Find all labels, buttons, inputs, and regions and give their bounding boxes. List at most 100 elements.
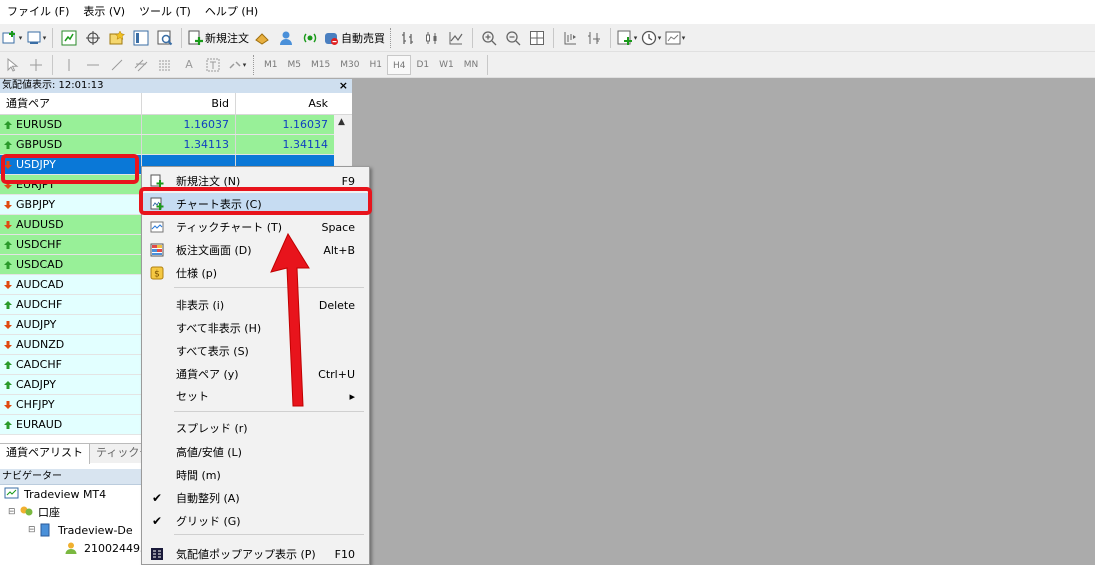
- collapse-icon[interactable]: ⊟: [28, 525, 38, 535]
- toolbar-separator: [487, 54, 489, 75]
- data-window-toggle[interactable]: [82, 27, 104, 49]
- context-menu-icon-slot: [142, 294, 172, 316]
- new-chart-button[interactable]: ▾: [1, 27, 23, 49]
- timeframe-m15[interactable]: M15: [306, 55, 335, 75]
- timeframe-m1[interactable]: M1: [259, 55, 283, 75]
- chart-shift-button[interactable]: [583, 27, 605, 49]
- templates-icon: [665, 31, 681, 44]
- symbol-cell[interactable]: AUDUSD: [0, 215, 142, 234]
- trendline-button[interactable]: [106, 54, 128, 76]
- column-header-ask[interactable]: Ask: [236, 93, 334, 114]
- tick-chart-icon: [150, 220, 164, 234]
- timeframe-d1[interactable]: D1: [411, 55, 434, 75]
- menu-tools[interactable]: ツール (T): [132, 0, 198, 24]
- timeframe-h4[interactable]: H4: [386, 54, 412, 75]
- symbol-cell[interactable]: CHFJPY: [0, 395, 142, 414]
- text-tool-button[interactable]: A: [178, 54, 200, 76]
- symbol-cell[interactable]: EURUSD: [0, 115, 142, 134]
- equidistant-channel-button[interactable]: [130, 54, 152, 76]
- symbol-cell[interactable]: GBPJPY: [0, 195, 142, 214]
- strategy-tester-toggle[interactable]: [154, 27, 176, 49]
- zoom-out-icon: [506, 30, 521, 45]
- metaeditor-button[interactable]: [251, 27, 273, 49]
- terminal-toggle[interactable]: [130, 27, 152, 49]
- context-menu-item[interactable]: 気配値ポップアップ表示 (P) F10: [142, 543, 369, 565]
- table-row[interactable]: GBPUSD 1.34113 1.34114: [0, 135, 352, 155]
- community-button[interactable]: [275, 27, 297, 49]
- toolbar-grip[interactable]: [253, 54, 256, 75]
- profiles-button[interactable]: ▾: [25, 27, 47, 49]
- templates-button[interactable]: ▾: [664, 27, 686, 49]
- table-row[interactable]: EURUSD 1.16037 1.16037: [0, 115, 352, 135]
- auto-trading-label: 自動売買: [341, 31, 385, 45]
- text-label-button[interactable]: [202, 54, 224, 76]
- candlestick-chart-button[interactable]: [421, 27, 443, 49]
- timeframe-m30[interactable]: M30: [335, 55, 364, 75]
- toolbar-grip[interactable]: [390, 27, 393, 48]
- text-label-icon: [206, 58, 220, 71]
- column-header-bid[interactable]: Bid: [142, 93, 236, 114]
- price-up-arrow-icon: [4, 380, 12, 389]
- context-menu-item[interactable]: 高値/安値 (L): [142, 441, 369, 463]
- horizontal-line-icon: [87, 64, 99, 65]
- price-down-arrow-icon: [4, 220, 12, 229]
- arrows-icon: [229, 60, 241, 69]
- auto-trading-button[interactable]: 自動売買: [323, 27, 385, 49]
- profiles-icon: [27, 31, 41, 44]
- timeframe-w1[interactable]: W1: [434, 55, 459, 75]
- symbol-cell[interactable]: CADJPY: [0, 375, 142, 394]
- toolbar-separator: [52, 54, 53, 75]
- column-header-symbol[interactable]: 通貨ペア: [0, 93, 142, 114]
- symbol-name: AUDJPY: [16, 318, 57, 331]
- red-arrow-annotation: [270, 232, 310, 407]
- vertical-line-button[interactable]: [58, 54, 80, 76]
- specification-icon: $: [150, 266, 164, 280]
- menu-view[interactable]: 表示 (V): [76, 0, 132, 24]
- indicators-button[interactable]: ▾: [616, 27, 638, 49]
- tab-symbols[interactable]: 通貨ペアリスト: [0, 444, 90, 464]
- horizontal-line-button[interactable]: [82, 54, 104, 76]
- market-watch-toggle[interactable]: [58, 27, 80, 49]
- symbol-cell[interactable]: CADCHF: [0, 355, 142, 374]
- symbol-cell[interactable]: USDCAD: [0, 255, 142, 274]
- context-menu-item[interactable]: ✔ グリッド (G): [142, 510, 369, 532]
- symbol-cell[interactable]: AUDCAD: [0, 275, 142, 294]
- symbol-cell[interactable]: GBPUSD: [0, 135, 142, 154]
- timeframe-h1[interactable]: H1: [364, 55, 387, 75]
- navigator-toggle[interactable]: [106, 27, 128, 49]
- timeframe-m5[interactable]: M5: [283, 55, 307, 75]
- auto-scroll-button[interactable]: [559, 27, 581, 49]
- crosshair-button[interactable]: [25, 54, 47, 76]
- clock-icon: [641, 30, 656, 45]
- line-chart-button[interactable]: [445, 27, 467, 49]
- menu-help[interactable]: ヘルプ (H): [198, 0, 265, 24]
- context-menu-item[interactable]: スプレッド (r): [142, 417, 369, 439]
- symbol-cell[interactable]: EURAUD: [0, 415, 142, 434]
- new-order-button[interactable]: 新規注文: [187, 27, 249, 49]
- signals-button[interactable]: [299, 27, 321, 49]
- context-menu-item[interactable]: 時間 (m): [142, 464, 369, 486]
- timeframe-mn[interactable]: MN: [459, 55, 484, 75]
- nav-item-label: 口座: [38, 506, 60, 519]
- zoom-in-button[interactable]: [478, 27, 500, 49]
- symbol-cell[interactable]: USDCHF: [0, 235, 142, 254]
- symbol-cell[interactable]: AUDJPY: [0, 315, 142, 334]
- scroll-up-icon[interactable]: ▲: [338, 117, 345, 127]
- bar-chart-button[interactable]: [397, 27, 419, 49]
- collapse-icon[interactable]: ⊟: [8, 507, 18, 517]
- cursor-button[interactable]: [1, 54, 23, 76]
- symbol-name: CHFJPY: [16, 398, 55, 411]
- terminal-icon: [133, 30, 149, 45]
- bid-cell: 1.16037: [142, 115, 236, 134]
- context-menu-item[interactable]: ✔ 自動整列 (A): [142, 487, 369, 509]
- zoom-out-button[interactable]: [502, 27, 524, 49]
- market-watch-title: 気配値表示: 12:01:13: [2, 80, 104, 91]
- periods-button[interactable]: ▾: [640, 27, 662, 49]
- close-icon[interactable]: ×: [339, 79, 348, 93]
- menu-file[interactable]: ファイル (F): [0, 0, 76, 24]
- symbol-cell[interactable]: AUDNZD: [0, 335, 142, 354]
- tile-windows-button[interactable]: [526, 27, 548, 49]
- fibonacci-button[interactable]: [154, 54, 176, 76]
- symbol-cell[interactable]: AUDCHF: [0, 295, 142, 314]
- arrows-button[interactable]: ▾: [226, 54, 248, 76]
